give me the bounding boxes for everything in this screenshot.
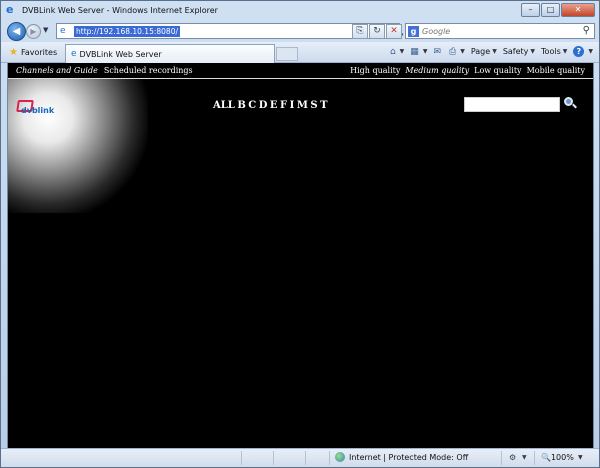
- dvblink-logo[interactable]: dvblink: [16, 100, 55, 118]
- tools-menu-label: Tools: [541, 47, 561, 56]
- zone-text: Internet | Protected Mode: Off: [349, 452, 469, 462]
- site-menu-left: Channels and Guide Scheduled recordings: [16, 66, 199, 75]
- mail-button[interactable]: ✉: [433, 47, 443, 57]
- chevron-down-icon: ▼: [399, 48, 405, 55]
- address-url[interactable]: http://192.168.10.15:8080/: [74, 25, 180, 37]
- letter-filter-f[interactable]: F: [280, 100, 287, 111]
- quality-mobile[interactable]: Mobile quality: [527, 66, 585, 75]
- recent-pages-dropdown-icon[interactable]: ▼: [43, 26, 48, 34]
- star-icon: ★: [9, 47, 18, 58]
- search-box[interactable]: g ⚲: [405, 23, 595, 39]
- address-row: ◀ ▶ ▼ e http://192.168.10.15:8080/ ▼ ⎘ ↻…: [1, 20, 599, 42]
- tab-page-icon: e: [71, 49, 77, 59]
- new-tab-button[interactable]: [276, 47, 298, 61]
- letter-filter-i[interactable]: I: [290, 100, 295, 111]
- page-menu-label: Page: [470, 47, 491, 56]
- mail-icon: ✉: [433, 46, 441, 57]
- chevron-down-icon: ▼: [562, 48, 568, 55]
- letter-filter-e[interactable]: E: [270, 100, 278, 111]
- page-content: Channels and Guide Scheduled recordings …: [7, 63, 594, 448]
- letter-filter-c[interactable]: C: [248, 100, 256, 111]
- safety-menu[interactable]: Safety ▼: [503, 47, 535, 56]
- chevron-down-icon: ▼: [492, 48, 497, 55]
- safety-menu-label: Safety: [502, 47, 529, 56]
- stop-button[interactable]: ✕: [386, 24, 402, 39]
- menu-scheduled-recordings[interactable]: Scheduled recordings: [104, 66, 193, 75]
- security-zone[interactable]: Internet | Protected Mode: Off: [335, 452, 468, 462]
- quality-high[interactable]: High quality: [350, 66, 400, 75]
- logo-glow: [8, 63, 148, 213]
- letter-filter-t[interactable]: T: [320, 100, 327, 111]
- minimize-button[interactable]: –: [521, 3, 540, 17]
- chevron-down-icon: ▼: [460, 48, 465, 55]
- home-icon: ⌂: [389, 46, 396, 57]
- command-bar: ⌂ ▼ ▦ ▼ ✉ ⎙ ▼ Page ▼ Safety ▼ Tools ▼ ? ▼: [384, 46, 593, 57]
- status-divider: [501, 451, 502, 465]
- globe-icon: [335, 452, 345, 462]
- chevron-down-icon: ▼: [588, 48, 593, 55]
- page-icon: e: [60, 25, 66, 36]
- browser-window: e DVBLink Web Server - Windows Internet …: [0, 0, 600, 468]
- status-divider: [305, 451, 306, 465]
- favorites-button[interactable]: ★ Favorites: [5, 45, 61, 60]
- tab-label: DVBLink Web Server: [79, 49, 162, 59]
- zoom-level[interactable]: 🔍100%: [541, 453, 574, 462]
- tab-dvblink[interactable]: e DVBLink Web Server: [65, 44, 275, 63]
- logo-text: dvblink: [21, 106, 55, 115]
- letter-filter-m[interactable]: M: [297, 100, 308, 111]
- close-button[interactable]: ✕: [561, 3, 595, 17]
- print-button[interactable]: ⎙ ▼: [449, 47, 465, 57]
- chevron-down-icon: ▼: [422, 48, 428, 55]
- google-icon: g: [408, 25, 419, 37]
- chevron-down-icon: ▼: [530, 48, 536, 55]
- page-menu[interactable]: Page ▼: [471, 47, 497, 56]
- title-bar[interactable]: e DVBLink Web Server - Windows Internet …: [1, 1, 599, 19]
- ie-icon: e: [6, 3, 14, 16]
- zoom-dropdown-icon[interactable]: ▼: [578, 454, 583, 461]
- favorites-bar: ★ Favorites e DVBLink Web Server ⌂ ▼ ▦ ▼ ✉…: [1, 42, 599, 63]
- status-divider: [273, 451, 274, 465]
- forward-button[interactable]: ▶: [26, 24, 41, 39]
- address-bar[interactable]: e http://192.168.10.15:8080/ ▼: [56, 23, 403, 40]
- quality-medium[interactable]: Medium quality: [405, 66, 469, 75]
- print-icon: ⎙: [448, 46, 457, 57]
- letter-filter-d[interactable]: D: [259, 100, 268, 111]
- letter-filter-s[interactable]: S: [310, 100, 317, 111]
- protected-mode-icon[interactable]: ⚙: [509, 453, 516, 462]
- favorites-label: Favorites: [20, 48, 58, 57]
- status-divider: [534, 451, 535, 465]
- site-search-input[interactable]: [464, 97, 560, 112]
- help-menu[interactable]: ? ▼: [573, 46, 593, 57]
- site-top-menu: Channels and Guide Scheduled recordings …: [8, 63, 593, 79]
- letter-filter-b[interactable]: B: [237, 100, 245, 111]
- refresh-button[interactable]: ↻: [369, 24, 385, 39]
- menu-channels-and-guide[interactable]: Channels and Guide: [16, 66, 98, 75]
- compatibility-view-button[interactable]: ⎘: [352, 24, 368, 39]
- letter-filter-all[interactable]: ALL: [213, 100, 235, 111]
- search-icon[interactable]: ⚲: [583, 25, 590, 36]
- window-title: DVBLink Web Server - Windows Internet Ex…: [22, 5, 218, 15]
- magnifier-handle: [572, 103, 577, 109]
- chevron-down-icon[interactable]: ▼: [522, 454, 527, 461]
- quality-menu: High quality Medium quality Low quality …: [345, 66, 585, 75]
- quality-low[interactable]: Low quality: [474, 66, 521, 75]
- help-icon: ?: [573, 46, 585, 57]
- zoom-value: 100%: [550, 453, 574, 462]
- home-button[interactable]: ⌂ ▼: [390, 47, 404, 57]
- maximize-button[interactable]: □: [541, 3, 560, 17]
- status-divider: [241, 451, 242, 465]
- window-controls: – □ ✕: [520, 3, 595, 17]
- magnifier-icon[interactable]: [563, 96, 577, 110]
- status-bar: Internet | Protected Mode: Off ⚙ ▼ 🔍100%…: [1, 448, 599, 467]
- search-input[interactable]: [422, 25, 572, 37]
- status-divider: [329, 451, 330, 465]
- feeds-button[interactable]: ▦ ▼: [410, 47, 427, 57]
- feeds-icon: ▦: [410, 46, 419, 57]
- tools-menu[interactable]: Tools ▼: [541, 47, 567, 56]
- channel-letter-filter: ALL B C D E F I M S T: [213, 100, 330, 111]
- back-button[interactable]: ◀: [7, 22, 26, 41]
